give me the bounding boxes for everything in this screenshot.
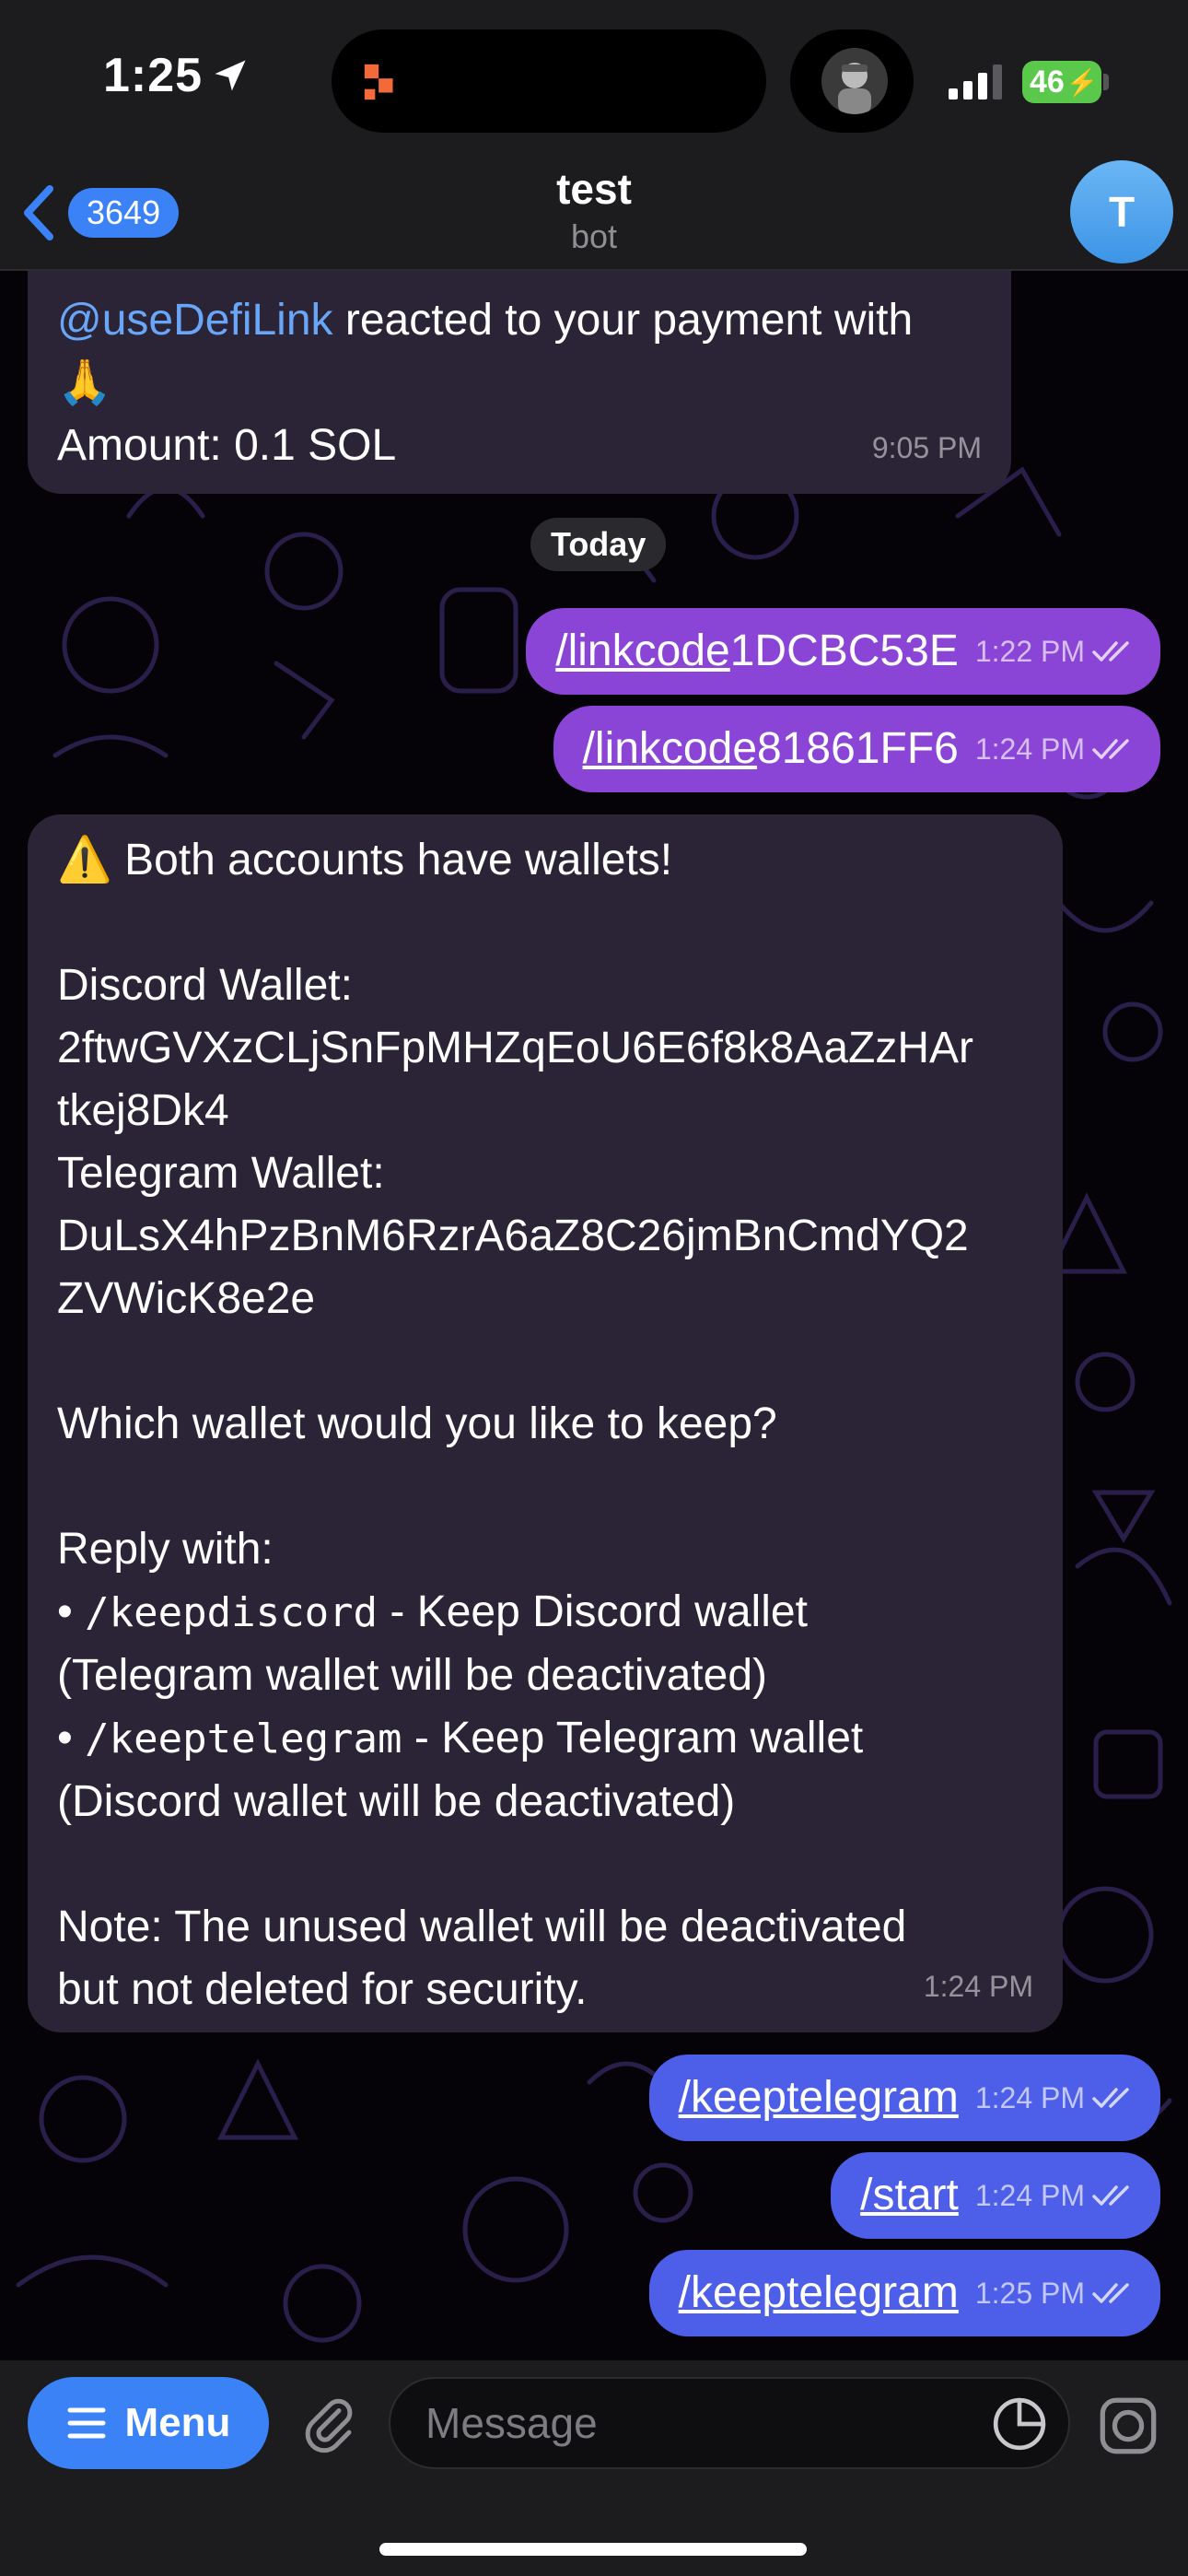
double-check-icon: [1092, 739, 1129, 759]
status-time: 1:25: [103, 49, 204, 102]
message-line: but not deleted for security.: [57, 1965, 588, 2014]
paperclip-icon[interactable]: [298, 2395, 359, 2456]
message-outgoing[interactable]: /linkcode 81861FF6 1:24 PM: [553, 706, 1160, 792]
message-outgoing[interactable]: /keeptelegram 1:24 PM: [648, 2055, 1160, 2141]
message-line: Note: The unused wallet will be deactiva…: [57, 1903, 907, 1951]
command-code[interactable]: /keepdiscord: [85, 1589, 378, 1636]
double-check-icon: [1092, 2283, 1129, 2303]
message-outgoing[interactable]: /start 1:24 PM: [831, 2152, 1160, 2239]
bullet: •: [57, 1714, 73, 1762]
signal-bars-icon: [949, 64, 1002, 100]
battery-tip: [1103, 74, 1109, 90]
double-check-icon: [1092, 2088, 1129, 2108]
message-amount: Amount: 0.1 SOL: [57, 421, 397, 470]
message-time: 1:24 PM: [974, 2179, 1085, 2212]
message-emoji: 🙏: [57, 358, 112, 407]
message-line: (Discord wallet will be deactivated): [57, 1777, 736, 1826]
message-input[interactable]: [389, 2377, 1070, 2469]
double-check-icon: [1092, 2185, 1129, 2206]
chat-subtitle: bot: [570, 217, 618, 255]
island-app-icon: [364, 64, 393, 100]
wallet-address: 2ftwGVXzCLjSnFpMHZqEoU6E6f8k8AaZzHAr: [57, 1024, 974, 1072]
message-time: 9:05 PM: [871, 431, 982, 464]
command-link[interactable]: /keeptelegram: [679, 2264, 959, 2323]
bolt-icon: ⚡: [1066, 67, 1099, 97]
message-time: 1:24 PM: [974, 732, 1085, 766]
message-incoming[interactable]: ⚠️ Both accounts have wallets! Discord W…: [28, 814, 1063, 2032]
menu-button[interactable]: Menu: [28, 2377, 269, 2469]
command-link[interactable]: /linkcode: [583, 720, 757, 779]
message-incoming[interactable]: @useDefiLink reacted to your payment wit…: [28, 271, 1011, 494]
message-line: • /keeptelegram - Keep Telegram wallet: [57, 1707, 1033, 1771]
message-line: Which wallet would you like to keep?: [57, 1399, 777, 1448]
wallet-address: ZVWicK8e2e: [57, 1274, 316, 1323]
message-time: 1:25 PM: [974, 2277, 1085, 2310]
chat-avatar[interactable]: T: [1070, 160, 1173, 263]
message-text: 1DCBC53E: [729, 626, 959, 675]
date-separator: Today: [530, 518, 667, 571]
avatar-image-icon: [838, 63, 871, 114]
message-time: 1:24 PM: [923, 1970, 1033, 2003]
status-bar: 1:25 46 ⚡: [0, 0, 1188, 157]
wallet-address: DuLsX4hPzBnM6RzrA6aZ8C26jmBnCmdYQ2: [57, 1212, 969, 1260]
location-arrow-icon: [215, 60, 246, 91]
message-meta: 1:24 PM: [975, 2068, 1135, 2127]
message-line: @useDefiLink reacted to your payment wit…: [57, 289, 982, 352]
message-meta: 1:24 PM: [975, 2166, 1135, 2225]
message-line: • /keepdiscord - Keep Discord wallet: [57, 1581, 1033, 1645]
chat-title[interactable]: test: [0, 164, 1188, 214]
mention-link[interactable]: @useDefiLink: [57, 296, 333, 345]
double-check-icon: [1092, 641, 1129, 662]
camera-icon[interactable]: [1096, 2394, 1160, 2458]
wallet-address: tkej8Dk4: [57, 1086, 229, 1135]
message-time: 1:24 PM: [974, 2081, 1085, 2114]
message-text: - Keep Discord wallet: [378, 1587, 808, 1636]
message-text: - Keep Telegram wallet: [402, 1714, 864, 1762]
message-meta: 1:24 PM: [975, 720, 1135, 779]
battery-charging-icon: 46 ⚡: [1022, 61, 1101, 103]
command-link[interactable]: /start: [860, 2166, 959, 2225]
hamburger-icon: [67, 2407, 106, 2439]
command-link[interactable]: /keeptelegram: [679, 2068, 959, 2127]
message-time: 1:22 PM: [974, 635, 1085, 668]
menu-label: Menu: [124, 2400, 231, 2445]
message-composer: Menu: [0, 2360, 1188, 2576]
battery-level: 46: [1030, 64, 1065, 100]
message-line: Telegram Wallet:: [57, 1149, 385, 1198]
command-link[interactable]: /linkcode: [555, 622, 729, 681]
message-text: 81861FF6: [757, 724, 959, 773]
home-indicator: [379, 2543, 807, 2556]
command-code[interactable]: /keeptelegram: [85, 1715, 402, 1762]
bullet: •: [57, 1587, 73, 1636]
message-line: (Telegram wallet will be deactivated): [57, 1651, 767, 1700]
message-outgoing[interactable]: /keeptelegram 1:25 PM: [648, 2250, 1160, 2336]
sticker-icon[interactable]: [991, 2395, 1048, 2453]
message-line: Discord Wallet:: [57, 961, 353, 1010]
message-text: reacted to your payment with: [332, 296, 914, 345]
island-avatar: [821, 48, 888, 114]
message-outgoing[interactable]: /linkcode 1DCBC53E 1:22 PM: [526, 608, 1160, 695]
message-meta: 1:22 PM: [975, 622, 1135, 681]
message-line: ⚠️ Both accounts have wallets!: [57, 836, 673, 884]
message-meta: 1:25 PM: [975, 2264, 1135, 2323]
message-line: Reply with:: [57, 1525, 274, 1574]
chat-header: 3649 test bot T: [0, 157, 1188, 271]
